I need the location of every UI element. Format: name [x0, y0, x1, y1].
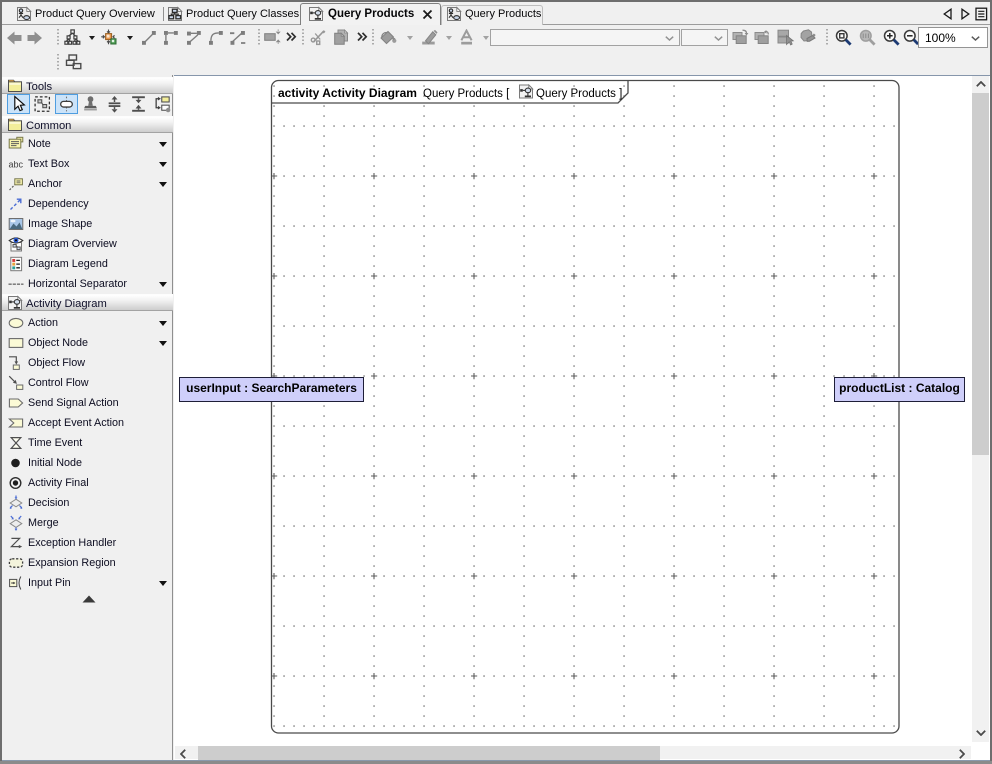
svg-text:abc: abc — [9, 160, 24, 170]
svg-text:Query Products [: Query Products [ — [423, 88, 510, 100]
svg-text:Query Products ]: Query Products ] — [536, 88, 622, 100]
svg-text:activity Activity Diagram: activity Activity Diagram — [278, 86, 417, 100]
